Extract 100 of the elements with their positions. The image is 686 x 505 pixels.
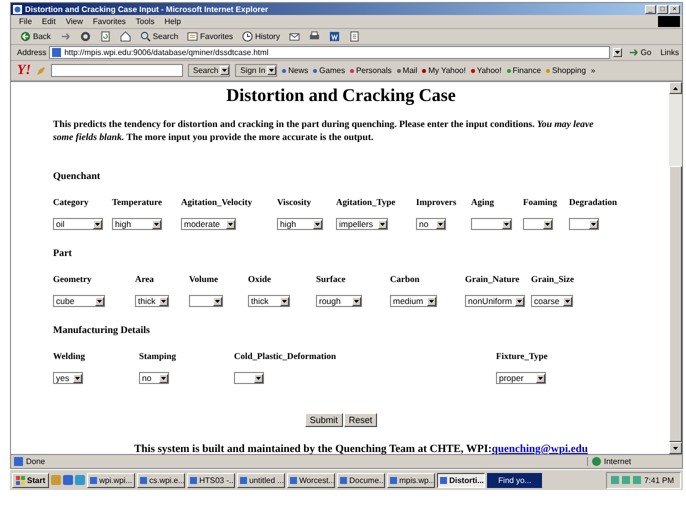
taskbar-button[interactable]: HTS03 -... <box>187 472 236 488</box>
dropdown[interactable]: nonUniform <box>465 295 525 307</box>
start-button[interactable]: Start <box>12 472 50 488</box>
dropdown[interactable]: thick <box>248 295 290 307</box>
field-label: Cold_Plastic_Deformation <box>234 351 337 361</box>
toolbar-button[interactable]: Search <box>136 31 182 42</box>
taskbar-button[interactable]: mpis.wp... <box>387 472 436 488</box>
toolbar-button[interactable]: Favorites <box>184 31 236 42</box>
window-title: Distortion and Cracking Case Input - Microsoft Internet Explorer <box>25 4 270 14</box>
discuss-icon <box>348 31 360 42</box>
toolbar-button[interactable]: Back <box>17 31 54 42</box>
caret-icon <box>161 300 166 302</box>
caret-icon <box>673 446 678 450</box>
menu-item[interactable]: Edit <box>38 17 62 26</box>
field-label: Area <box>135 274 155 284</box>
menu-item[interactable]: Favorites <box>88 17 132 26</box>
dropdown[interactable]: oil <box>53 218 103 230</box>
toolbar-button[interactable]: History <box>239 31 283 42</box>
toolbar-link[interactable]: Finance <box>506 66 542 75</box>
footer-text: This system is built and maintained by the Quenching Team at CHTE, WPI: <box>134 443 492 455</box>
windows-icon <box>16 476 25 484</box>
scrollbar[interactable] <box>669 82 682 454</box>
dropdown[interactable]: high <box>277 218 323 230</box>
caret-icon <box>315 222 320 226</box>
window-icon <box>440 476 448 484</box>
dropdown[interactable]: impellers <box>336 218 388 230</box>
taskbar-button[interactable]: Find yo... <box>487 472 542 488</box>
dropdown-button[interactable] <box>612 48 622 57</box>
dropdown[interactable]: no <box>416 218 446 230</box>
caret-icon <box>75 376 80 380</box>
links-button[interactable]: Links <box>657 48 682 57</box>
email-link[interactable]: quenching@wpi.edu <box>492 443 588 455</box>
menu-item[interactable]: View <box>62 17 89 26</box>
field-label: Agitation_Type <box>336 197 396 207</box>
sign-in-button[interactable]: Sign In <box>235 64 278 77</box>
bullet-icon <box>546 68 550 72</box>
field-label: Surface <box>316 274 346 284</box>
toolbar-link[interactable]: Yahoo! <box>470 66 502 75</box>
bullet-icon <box>313 68 318 72</box>
field-label: Foaming <box>523 197 558 207</box>
dropdown[interactable]: moderate <box>181 218 236 230</box>
refresh-icon <box>100 31 111 42</box>
dropdown[interactable]: medium <box>390 295 437 307</box>
yahoo-logo[interactable]: Y! <box>17 62 31 78</box>
dropdown[interactable] <box>523 218 553 230</box>
menu-item[interactable]: File <box>15 17 38 26</box>
dropdown[interactable] <box>189 295 223 307</box>
toolbar-link[interactable]: News <box>282 66 308 75</box>
quick-launch-icon[interactable] <box>63 475 74 485</box>
dropdown[interactable] <box>471 218 512 230</box>
forward-icon <box>60 31 71 42</box>
clock: 7:41 PM <box>644 476 674 484</box>
dropdown[interactable] <box>569 218 599 230</box>
field-label: Oxide <box>248 274 272 284</box>
dropdown[interactable]: proper <box>496 372 546 384</box>
dropdown[interactable] <box>234 372 264 384</box>
zone-text: Internet <box>604 457 632 466</box>
menu-item[interactable]: Tools <box>132 17 160 26</box>
toolbar-link[interactable]: Personals <box>350 66 392 75</box>
caret-icon <box>380 222 385 226</box>
caret-icon <box>565 300 570 302</box>
window-icon <box>390 476 398 484</box>
intro-text: This predicts the tendency for distortion and cracking in the part during quenching. Please enter the input conditions. You may leave some fields blank. The more input you provide the more accurate is the output. <box>53 118 594 144</box>
toolbar-link[interactable]: Mail <box>396 66 418 75</box>
bullet-icon <box>396 68 401 72</box>
caret-icon <box>97 300 102 302</box>
toolbar-link[interactable]: Games <box>313 66 346 75</box>
caret-icon <box>438 222 443 226</box>
search-field[interactable] <box>51 64 183 77</box>
go-button[interactable]: Go <box>624 47 654 58</box>
field-label: Volume <box>189 274 220 284</box>
taskbar-button[interactable]: Worcest... <box>287 472 336 488</box>
caret-icon <box>222 69 228 72</box>
bullet-icon <box>350 68 354 72</box>
mail-icon <box>288 31 300 42</box>
dropdown[interactable]: yes <box>53 372 83 384</box>
taskbar-button[interactable]: cs.wpi.e... <box>137 472 186 488</box>
field-label: Geometry <box>53 274 92 284</box>
toolbar-link[interactable]: My Yahoo! <box>422 66 466 75</box>
dropdown[interactable]: thick <box>135 295 169 307</box>
dropdown[interactable]: high <box>112 218 162 230</box>
caret-icon <box>269 69 274 72</box>
taskbar-button[interactable]: untitled ... <box>237 472 286 488</box>
address-field[interactable]: http://mpis.wpi.edu:9006/database/qminer/dssdtcase.html <box>49 46 610 59</box>
search-button[interactable]: Search <box>188 64 230 77</box>
taskbar-button[interactable]: Docume... <box>337 472 386 488</box>
menu-item[interactable]: Help <box>160 17 187 26</box>
submit-button[interactable]: Submit <box>304 413 343 427</box>
toolbar-link[interactable]: Shopping <box>546 66 586 75</box>
dropdown[interactable]: coarse <box>531 295 573 307</box>
dropdown[interactable]: cube <box>53 295 105 307</box>
home-icon <box>120 31 131 42</box>
page-icon <box>52 48 62 57</box>
more-button[interactable]: » <box>590 66 596 75</box>
dropdown[interactable]: rough <box>316 295 362 307</box>
taskbar-button[interactable]: wpi.wpi... <box>87 472 136 488</box>
taskbar-button[interactable]: Distorti... <box>437 472 486 488</box>
reset-button[interactable]: Reset <box>344 413 378 427</box>
field-label: Improvers <box>416 197 458 207</box>
dropdown[interactable]: no <box>139 372 169 384</box>
